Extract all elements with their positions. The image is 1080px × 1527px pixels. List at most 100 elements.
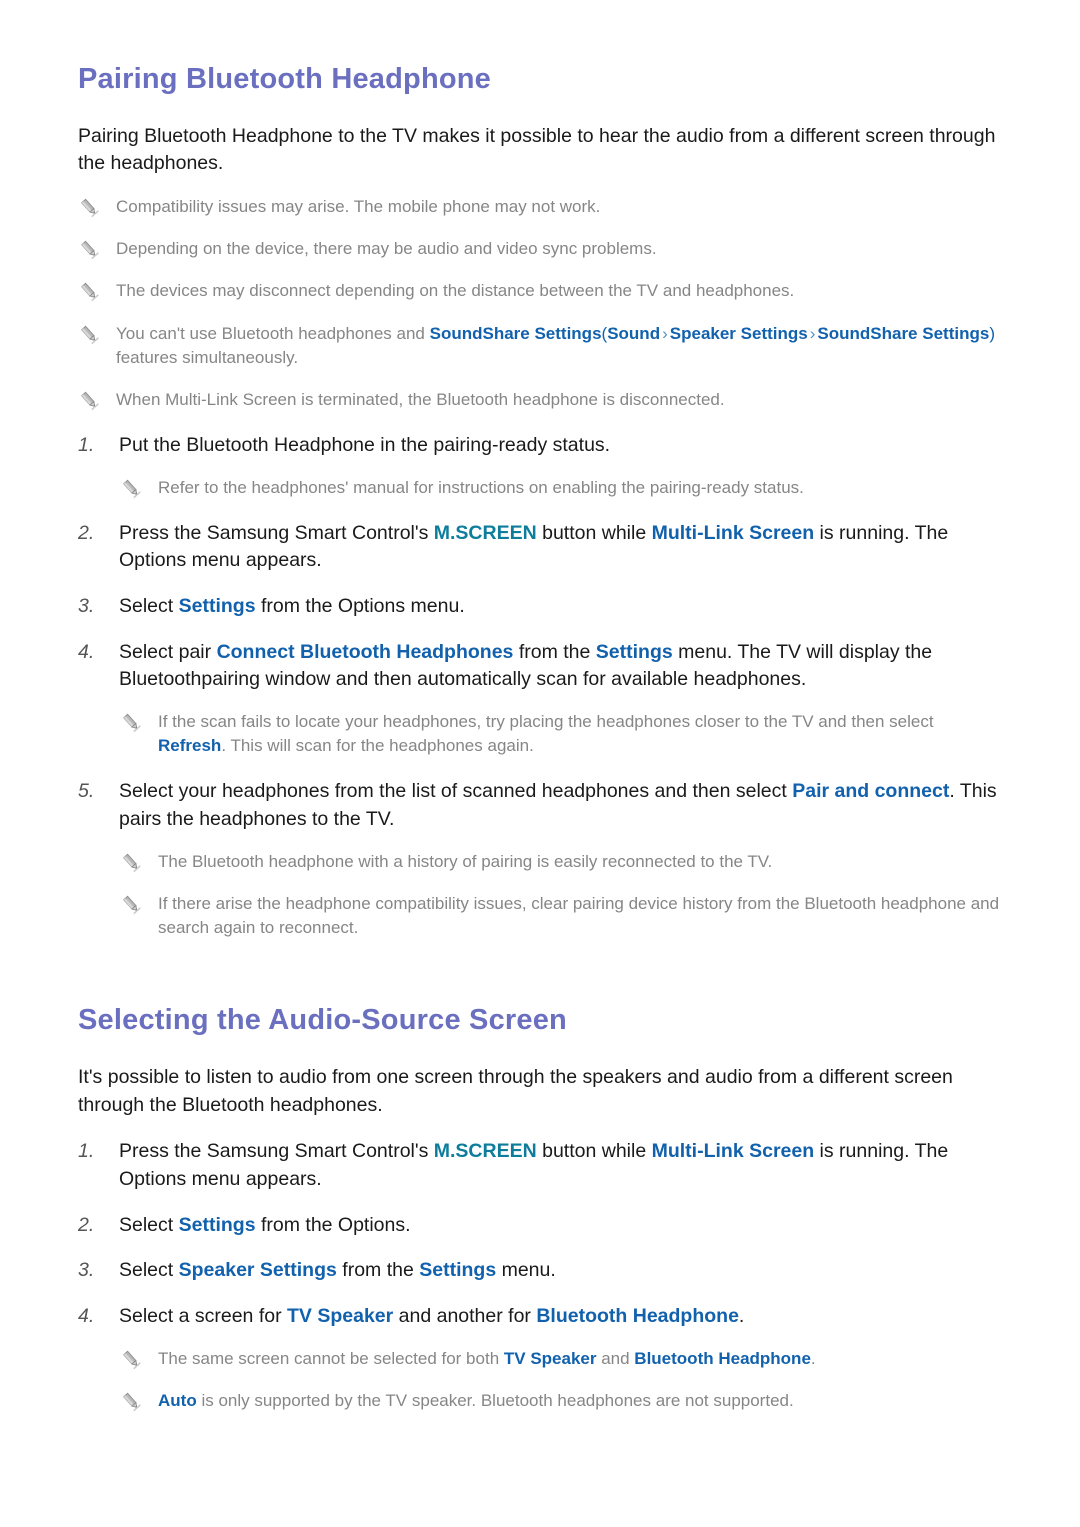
note-item-nested: Refer to the headphones' manual for inst… [78,469,1002,507]
link-tv-speaker[interactable]: TV Speaker [504,1349,597,1368]
link-settings[interactable]: Settings [179,1214,256,1236]
button-m-screen[interactable]: M.SCREEN [434,522,537,544]
step-part: Select [119,1259,179,1282]
pencil-icon [120,1390,142,1412]
step-text: Select Settings from the Options. [119,1212,411,1240]
step-number: 3. [78,595,95,618]
step-item: 5. Select your headphones from the list … [78,769,1002,842]
pencil-icon [78,389,100,411]
section-intro-paragraph: Pairing Bluetooth Headphone to the TV ma… [78,124,996,175]
note-item: When Multi-Link Screen is terminated, th… [78,381,1002,419]
link-speaker-settings[interactable]: Speaker Settings [179,1259,337,1281]
step-part: Press the Samsung Smart Control's [119,1140,434,1163]
note-item-nested: Auto is only supported by the TV speaker… [78,1382,1002,1420]
step-number: 4. [78,640,95,663]
page-title: Pairing Bluetooth Headphone [78,63,492,95]
button-m-screen[interactable]: M.SCREEN [434,1140,537,1162]
pencil-icon [78,323,100,345]
note-text: The same screen cannot be selected for b… [158,1347,816,1371]
step-item: 1. Press the Samsung Smart Control's M.S… [78,1129,1002,1202]
note-text: If there arise the headphone compatibili… [158,893,1000,938]
pencil-icon [78,196,100,218]
step-text: Select pair Connect Bluetooth Headphones… [119,639,1002,694]
note-part: The same screen cannot be selected for b… [158,1348,504,1368]
step-item: 2. Select Settings from the Options. [78,1203,1002,1249]
link-settings[interactable]: Settings [179,595,256,617]
step-part: . [738,1305,745,1328]
pencil-icon [120,477,142,499]
note-text: The devices may disconnect depending on … [116,281,795,301]
menu-path-sound[interactable]: Sound [607,324,660,343]
link-settings[interactable]: Settings [419,1259,496,1281]
step-item: 2. Press the Samsung Smart Control's M.S… [78,511,1002,584]
step-text: Select a screen for TV Speaker and anoth… [119,1303,744,1331]
pencil-icon [120,1348,142,1370]
link-pair-and-connect[interactable]: Pair and connect [792,780,949,802]
step-text: Select Speaker Settings from the Setting… [119,1257,556,1285]
step-item: 1. Put the Bluetooth Headphone in the pa… [78,423,1002,469]
note-item-nested: The same screen cannot be selected for b… [78,1340,1002,1378]
step-number: 2. [78,1213,95,1236]
note-text: You can't use Bluetooth headphones and S… [116,322,996,370]
step-part: from the Options menu. [255,595,465,618]
step-number: 5. [78,780,95,803]
step-text: Press the Samsung Smart Control's M.SCRE… [119,520,1002,575]
note-item: The devices may disconnect depending on … [78,272,1002,310]
pencil-icon [78,280,100,302]
step-text: Put the Bluetooth Headphone in the pairi… [119,433,611,456]
note-item: Compatibility issues may arise. The mobi… [78,188,1002,226]
note-part: . [810,1348,816,1368]
step-part: Select your headphones from the list of … [119,780,793,803]
note-text: When Multi-Link Screen is terminated, th… [116,389,725,409]
step-part: and another for [393,1305,537,1328]
link-connect-bluetooth-headphones[interactable]: Connect Bluetooth Headphones [217,641,514,663]
step-item: 4. Select a screen for TV Speaker and an… [78,1294,1002,1340]
link-tv-speaker[interactable]: TV Speaker [287,1305,393,1327]
step-number: 1. [78,1140,95,1163]
step-part: button while [536,521,652,544]
note-part: If the scan fails to locate your headpho… [158,712,934,732]
link-settings[interactable]: Settings [596,641,673,663]
link-auto[interactable]: Auto [158,1391,197,1410]
link-multi-link-screen[interactable]: Multi-Link Screen [652,522,815,544]
close-paren: ) [989,323,995,343]
step-number: 4. [78,1305,95,1328]
step-number: 1. [78,433,95,456]
step-part: menu. [496,1259,556,1282]
note-item-nested: If there arise the headphone compatibili… [78,885,1002,947]
link-bluetooth-headphone[interactable]: Bluetooth Headphone [536,1305,739,1327]
note-item: Depending on the device, there may be au… [78,230,1002,268]
document-page: Pairing Bluetooth Headphone Pairing Blue… [0,0,1080,1527]
step-text: Select Settings from the Options menu. [119,593,465,621]
step-item: 4. Select pair Connect Bluetooth Headpho… [78,630,1002,703]
note-item-soundshare: You can't use Bluetooth headphones and S… [78,315,1002,377]
step-part: from the [513,640,596,663]
link-refresh[interactable]: Refresh [158,736,221,755]
note-part: is only supported by the TV speaker. Blu… [196,1390,794,1410]
step-item: 3. Select Speaker Settings from the Sett… [78,1248,1002,1294]
chevron-right-icon: › [809,323,816,343]
pencil-icon [78,238,100,260]
step-number: 3. [78,1259,95,1282]
pencil-icon [120,893,142,915]
step-text: Press the Samsung Smart Control's M.SCRE… [119,1138,1002,1193]
step-item: 3. Select Settings from the Options menu… [78,584,1002,630]
step-number: 2. [78,521,95,544]
note-text: Auto is only supported by the TV speaker… [158,1389,794,1413]
note-item-nested: If the scan fails to locate your headpho… [78,703,1002,765]
link-soundshare-settings[interactable]: SoundShare Settings [430,324,602,343]
chevron-right-icon: › [662,323,668,343]
note-part: and [596,1348,635,1368]
link-bluetooth-headphone[interactable]: Bluetooth Headphone [634,1349,811,1368]
step-text: Select your headphones from the list of … [119,778,1002,833]
step-part: button while [536,1140,652,1163]
note-part: . This will scan for the headphones agai… [221,736,534,756]
link-multi-link-screen[interactable]: Multi-Link Screen [652,1140,815,1162]
step-part: from the [336,1259,420,1282]
menu-path-speaker-settings[interactable]: Speaker Settings [670,324,808,343]
menu-path-soundshare-settings[interactable]: SoundShare Settings [817,324,989,343]
note-text: Refer to the headphones' manual for inst… [158,477,804,497]
section-title-audio-source: Selecting the Audio-Source Screen [78,1004,567,1037]
step-part: Select pair [119,640,217,663]
note-tail: features simultaneously. [116,347,299,367]
